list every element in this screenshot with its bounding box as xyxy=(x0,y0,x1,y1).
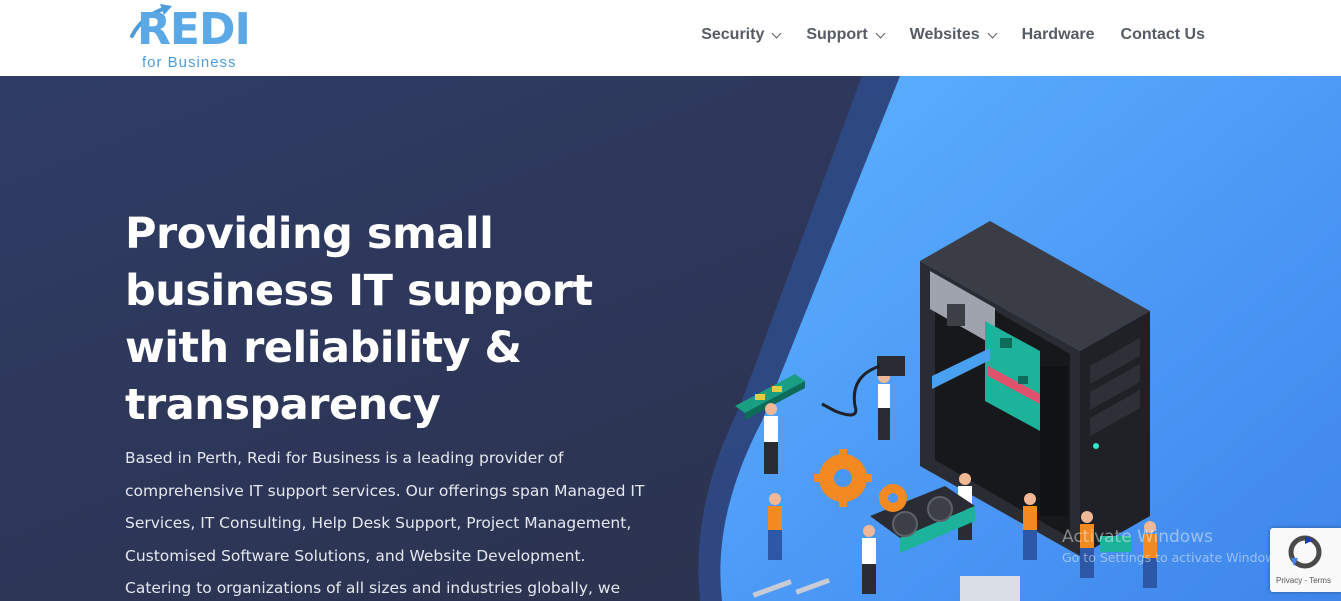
nav-item-websites[interactable]: Websites xyxy=(909,26,998,44)
recaptcha-links[interactable]: Privacy - Terms xyxy=(1276,576,1331,585)
nav-item-support[interactable]: Support xyxy=(806,26,886,44)
nav-item-contact-us[interactable]: Contact Us xyxy=(1121,26,1205,44)
cable-shape xyxy=(821,364,881,417)
brand-logo[interactable]: REDI for Business xyxy=(128,2,268,74)
nav-label: Support xyxy=(806,26,868,43)
gear-icon xyxy=(814,449,907,512)
chevron-down-icon xyxy=(875,28,886,38)
recaptcha-badge[interactable]: Privacy - Terms xyxy=(1270,528,1341,592)
chevron-down-icon xyxy=(987,28,998,38)
wrench-icon xyxy=(752,576,1020,601)
chevron-down-icon xyxy=(771,28,782,38)
watermark-subtitle: Go to Settings to activate Windows. xyxy=(1062,550,1286,565)
nav-label: Security xyxy=(701,26,765,43)
nav-item-security[interactable]: Security xyxy=(701,26,782,44)
nav-label: Contact Us xyxy=(1120,26,1205,43)
nav-label: Hardware xyxy=(1021,26,1095,43)
brand-tagline: for Business xyxy=(142,54,237,71)
nav-item-hardware[interactable]: Hardware xyxy=(1022,26,1095,44)
nav-label: Websites xyxy=(909,26,980,43)
watermark-title: Activate Windows xyxy=(1062,527,1213,547)
brand-name: REDI xyxy=(137,4,251,55)
site-header: REDI for Business Security Support Websi… xyxy=(0,0,1341,76)
hero-section: Providing small business IT support with… xyxy=(0,76,1341,601)
main-nav: Security Support Websites Hardware Conta… xyxy=(701,26,1205,44)
server-illustration xyxy=(735,221,1157,601)
recaptcha-icon xyxy=(1288,535,1322,569)
windows-activation-watermark: Activate Windows Go to Settings to activ… xyxy=(1062,527,1286,565)
